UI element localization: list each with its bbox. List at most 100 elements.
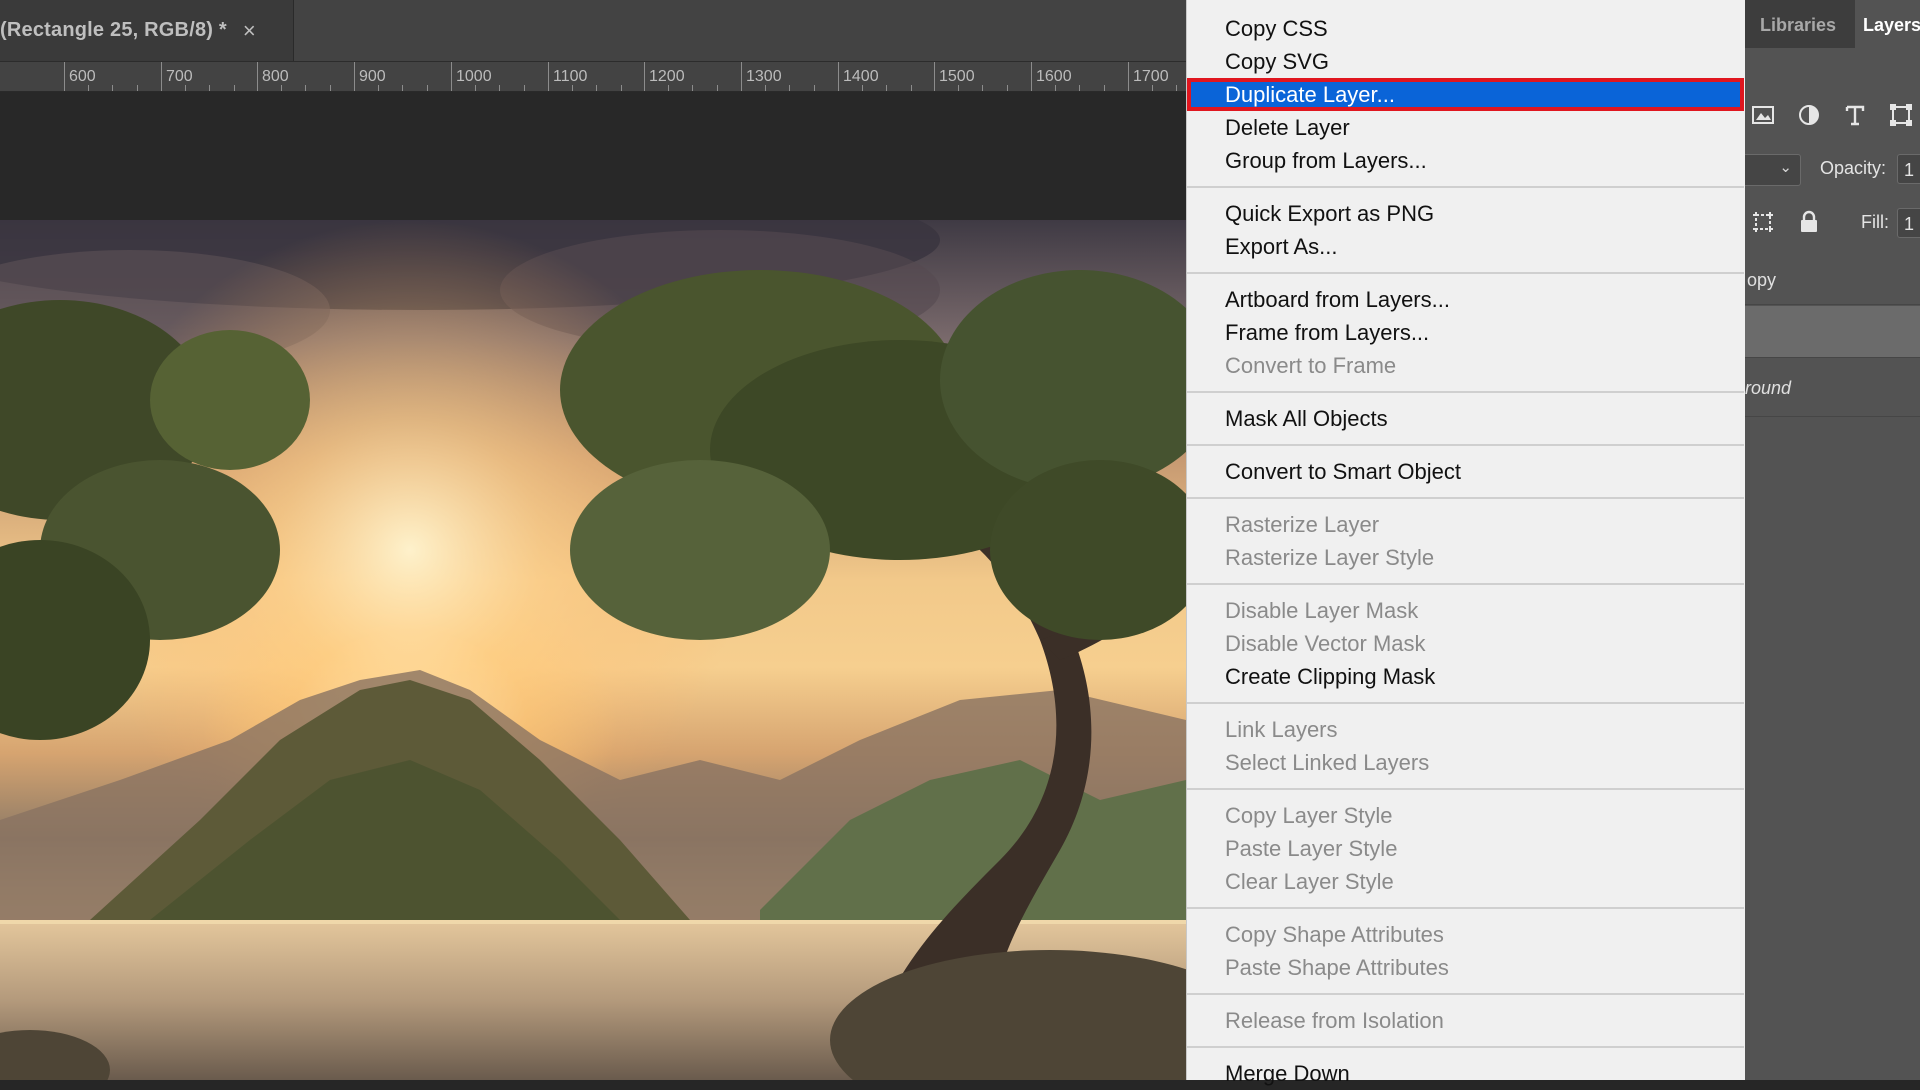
layer-context-menu: Copy CSS Copy SVG Duplicate Layer... Delete… bbox=[1186, 0, 1745, 1086]
ruler-minor-tick bbox=[1104, 85, 1105, 91]
ruler-minor-tick bbox=[717, 85, 718, 91]
menu-separator bbox=[1187, 788, 1744, 790]
menu-item-copy-css[interactable]: Copy CSS bbox=[1187, 12, 1744, 45]
ruler-minor-tick bbox=[1055, 85, 1056, 91]
ruler-minor-tick bbox=[305, 85, 306, 91]
menu-item-create-clipping-mask[interactable]: Create Clipping Mask bbox=[1187, 660, 1744, 693]
menu-item-artboard-from-layers[interactable]: Artboard from Layers... bbox=[1187, 283, 1744, 316]
menu-separator bbox=[1187, 993, 1744, 995]
menu-item-copy-layer-style[interactable]: Copy Layer Style bbox=[1187, 799, 1744, 832]
ruler-minor-tick bbox=[402, 85, 403, 91]
artboard-lock-icon[interactable] bbox=[1750, 209, 1776, 235]
ruler-minor-tick bbox=[185, 85, 186, 91]
ruler-label: 1600 bbox=[1036, 68, 1072, 85]
ruler-major-tick bbox=[741, 62, 742, 91]
ruler-minor-tick bbox=[1079, 85, 1080, 91]
layer-row-background[interactable]: round bbox=[1745, 359, 1920, 417]
ruler-minor-tick bbox=[137, 85, 138, 91]
menu-separator bbox=[1187, 907, 1744, 909]
layers-panel: Libraries Layers ⌄ Opacity: 1 Fill: 1 op… bbox=[1745, 0, 1920, 1080]
menu-item-mask-all-objects[interactable]: Mask All Objects bbox=[1187, 402, 1744, 435]
blend-mode-select[interactable]: ⌄ bbox=[1745, 154, 1801, 186]
ruler-minor-tick bbox=[524, 85, 525, 91]
lock-all-icon[interactable] bbox=[1796, 209, 1822, 235]
ruler-minor-tick bbox=[281, 85, 282, 91]
type-filter-icon[interactable] bbox=[1842, 102, 1868, 128]
menu-item-select-linked-layers[interactable]: Select Linked Layers bbox=[1187, 746, 1744, 779]
ruler-minor-tick bbox=[692, 85, 693, 91]
menu-item-merge-down[interactable]: Merge Down bbox=[1187, 1057, 1744, 1090]
layer-row-selected[interactable] bbox=[1745, 306, 1920, 358]
layer-name: round bbox=[1745, 378, 1792, 398]
document-tab-bar: (Rectangle 25, RGB/8) * × bbox=[0, 0, 1186, 62]
horizontal-ruler[interactable]: 600 700 800 900 1000 1100 1200 1300 1400 1500 1600… bbox=[0, 62, 1186, 92]
menu-item-convert-to-smart-object[interactable]: Convert to Smart Object bbox=[1187, 455, 1744, 488]
ruler-minor-tick bbox=[209, 85, 210, 91]
fill-field[interactable]: 1 bbox=[1897, 208, 1920, 238]
menu-item-copy-svg[interactable]: Copy SVG bbox=[1187, 45, 1744, 78]
canvas-pasteboard[interactable] bbox=[0, 92, 1186, 220]
tab-libraries[interactable]: Libraries bbox=[1760, 0, 1855, 48]
ruler-minor-tick bbox=[330, 85, 331, 91]
menu-item-link-layers[interactable]: Link Layers bbox=[1187, 713, 1744, 746]
ruler-label: 1000 bbox=[456, 68, 492, 85]
ruler-major-tick bbox=[354, 62, 355, 91]
opacity-label: Opacity: bbox=[1820, 158, 1887, 178]
fill-label: Fill: bbox=[1861, 212, 1889, 232]
image-filter-icon[interactable] bbox=[1750, 102, 1776, 128]
ruler-minor-tick bbox=[911, 85, 912, 91]
ruler-minor-tick bbox=[982, 85, 983, 91]
menu-item-delete-layer[interactable]: Delete Layer bbox=[1187, 111, 1744, 144]
layer-row-copy[interactable]: opy bbox=[1745, 255, 1920, 305]
menu-separator bbox=[1187, 497, 1744, 499]
ruler-major-tick bbox=[838, 62, 839, 91]
menu-separator bbox=[1187, 272, 1744, 274]
ruler-minor-tick bbox=[958, 85, 959, 91]
menu-item-copy-shape-attributes[interactable]: Copy Shape Attributes bbox=[1187, 918, 1744, 951]
ruler-minor-tick bbox=[378, 85, 379, 91]
ruler-minor-tick bbox=[789, 85, 790, 91]
menu-item-disable-layer-mask[interactable]: Disable Layer Mask bbox=[1187, 594, 1744, 627]
ruler-label: 1100 bbox=[553, 68, 588, 85]
menu-item-release-from-isolation[interactable]: Release from Isolation bbox=[1187, 1004, 1744, 1037]
menu-item-paste-shape-attributes[interactable]: Paste Shape Attributes bbox=[1187, 951, 1744, 984]
menu-item-clear-layer-style[interactable]: Clear Layer Style bbox=[1187, 865, 1744, 898]
ruler-major-tick bbox=[934, 62, 935, 91]
shape-filter-icon[interactable] bbox=[1888, 102, 1914, 128]
ruler-major-tick bbox=[161, 62, 162, 91]
ruler-label: 1700 bbox=[1133, 68, 1169, 85]
menu-item-duplicate-layer[interactable]: Duplicate Layer... bbox=[1187, 78, 1744, 111]
ruler-minor-tick bbox=[621, 85, 622, 91]
menu-item-frame-from-layers[interactable]: Frame from Layers... bbox=[1187, 316, 1744, 349]
layer-name: opy bbox=[1747, 270, 1777, 290]
menu-item-disable-vector-mask[interactable]: Disable Vector Mask bbox=[1187, 627, 1744, 660]
close-tab-icon[interactable]: × bbox=[243, 18, 256, 44]
menu-item-convert-to-frame[interactable]: Convert to Frame bbox=[1187, 349, 1744, 382]
ruler-minor-tick bbox=[475, 85, 476, 91]
ruler-minor-tick bbox=[1007, 85, 1008, 91]
ruler-minor-tick bbox=[814, 85, 815, 91]
menu-item-export-as[interactable]: Export As... bbox=[1187, 230, 1744, 263]
menu-item-rasterize-layer[interactable]: Rasterize Layer bbox=[1187, 508, 1744, 541]
menu-item-group-from-layers[interactable]: Group from Layers... bbox=[1187, 144, 1744, 177]
document-tab-title: (Rectangle 25, RGB/8) * bbox=[0, 19, 227, 41]
ruler-major-tick bbox=[64, 62, 65, 91]
ruler-minor-tick bbox=[668, 85, 669, 91]
landscape-artwork bbox=[0, 220, 1186, 1080]
ruler-label: 1200 bbox=[649, 68, 685, 85]
ruler-label: 600 bbox=[69, 68, 96, 85]
tab-layers[interactable]: Layers bbox=[1855, 0, 1920, 48]
adjustment-filter-icon[interactable] bbox=[1796, 102, 1822, 128]
ruler-label: 1500 bbox=[939, 68, 975, 85]
canvas-artwork-image[interactable] bbox=[0, 220, 1186, 1080]
opacity-field[interactable]: 1 bbox=[1897, 154, 1920, 184]
menu-separator bbox=[1187, 702, 1744, 704]
menu-separator bbox=[1187, 391, 1744, 393]
menu-item-quick-export-as-png[interactable]: Quick Export as PNG bbox=[1187, 197, 1744, 230]
menu-item-rasterize-layer-style[interactable]: Rasterize Layer Style bbox=[1187, 541, 1744, 574]
menu-item-paste-layer-style[interactable]: Paste Layer Style bbox=[1187, 832, 1744, 865]
chevron-down-icon: ⌄ bbox=[1779, 159, 1792, 176]
ruler-major-tick bbox=[644, 62, 645, 91]
document-tab[interactable]: (Rectangle 25, RGB/8) * × bbox=[0, 0, 294, 61]
menu-separator bbox=[1187, 1046, 1744, 1048]
